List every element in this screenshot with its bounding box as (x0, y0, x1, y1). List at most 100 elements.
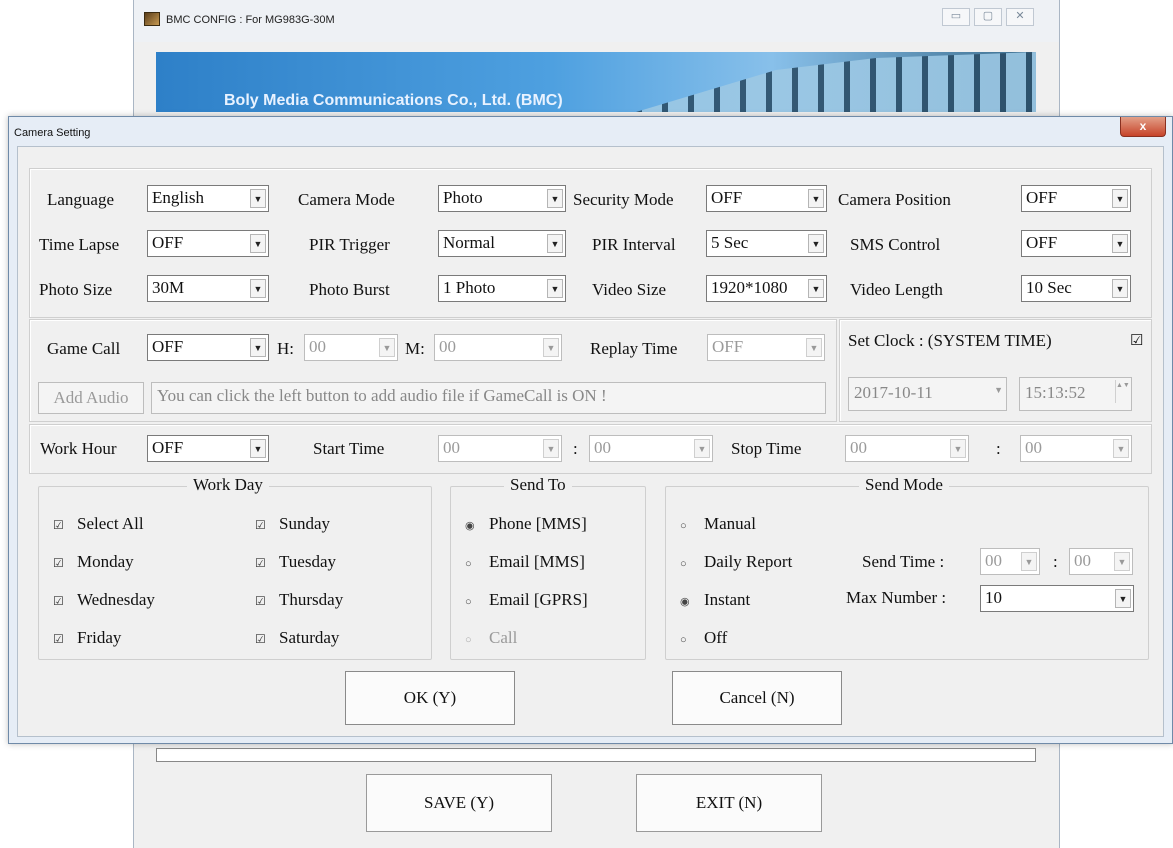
checkmark-icon: ☑ (255, 594, 266, 608)
maximize-button[interactable]: ▢ (974, 8, 1002, 26)
sms-control-select[interactable]: OFF ▼ (1021, 230, 1131, 257)
camera-position-value: OFF (1026, 188, 1058, 207)
pir-interval-value: 5 Sec (711, 233, 749, 252)
saturday-label: Saturday (279, 628, 340, 647)
chevron-down-icon: ▼ (1114, 552, 1130, 571)
radio-selected-icon: ◉ (680, 596, 690, 608)
stop-minute-select[interactable]: 00 ▼ (1020, 435, 1132, 462)
game-call-minute-select[interactable]: 00 ▼ (434, 334, 562, 361)
work-hour-label: Work Hour (40, 439, 117, 458)
friday-checkbox[interactable]: ☑ Friday (53, 628, 121, 648)
send-time-minute-select[interactable]: 00 ▼ (1069, 548, 1133, 575)
dialog-close-button[interactable]: x (1120, 117, 1166, 137)
language-value: English (152, 188, 204, 207)
camera-position-select[interactable]: OFF ▼ (1021, 185, 1131, 212)
max-number-select[interactable]: 10 ▼ (980, 585, 1134, 612)
sms-control-value: OFF (1026, 233, 1058, 252)
tuesday-checkbox[interactable]: ☑ Tuesday (255, 552, 336, 572)
phone-mms-radio[interactable]: ◉ Phone [MMS] (465, 514, 587, 534)
hour-label: H: (277, 339, 294, 358)
exit-button[interactable]: EXIT (N) (636, 774, 822, 832)
game-call-select[interactable]: OFF ▼ (147, 334, 269, 361)
video-size-value: 1920*1080 (711, 278, 788, 297)
chevron-down-icon: ▼ (543, 338, 559, 357)
chevron-down-icon: ▼ (379, 338, 395, 357)
parent-titlebar: BMC CONFIG : For MG983G-30M ▭ ▢ ✕ (134, 0, 1059, 42)
security-mode-label: Security Mode (573, 190, 674, 209)
manual-radio[interactable]: ○ Manual (680, 514, 756, 534)
off-radio[interactable]: ○ Off (680, 628, 727, 648)
camera-mode-select[interactable]: Photo ▼ (438, 185, 566, 212)
send-time-separator: : (1053, 552, 1058, 571)
replay-time-value: OFF (712, 337, 744, 356)
email-mms-radio[interactable]: ○ Email [MMS] (465, 552, 585, 572)
cancel-button[interactable]: Cancel (N) (672, 671, 842, 725)
minimize-button[interactable]: ▭ (942, 8, 970, 26)
photo-burst-label: Photo Burst (309, 280, 390, 299)
time-lapse-select[interactable]: OFF ▼ (147, 230, 269, 257)
photo-size-select[interactable]: 30M ▼ (147, 275, 269, 302)
banner-text: Boly Media Communications Co., Ltd. (BMC… (224, 92, 563, 109)
instant-radio[interactable]: ◉ Instant (680, 590, 750, 610)
send-time-label: Send Time : (862, 552, 945, 571)
chevron-down-icon: ▼ (1115, 589, 1131, 608)
sunday-checkbox[interactable]: ☑ Sunday (255, 514, 330, 534)
stop-hour-select[interactable]: 00 ▼ (845, 435, 969, 462)
replay-time-select[interactable]: OFF ▼ (707, 334, 825, 361)
spinner-icon[interactable]: ▲▼ (1115, 380, 1130, 403)
daily-report-radio[interactable]: ○ Daily Report (680, 552, 792, 572)
friday-label: Friday (77, 628, 122, 647)
language-label: Language (47, 190, 115, 209)
minute-label: M: (405, 339, 425, 358)
work-hour-select[interactable]: OFF ▼ (147, 435, 269, 462)
email-mms-label: Email [MMS] (489, 552, 585, 571)
work-hour-value: OFF (152, 438, 184, 457)
stop-time-separator: : (996, 439, 1001, 458)
email-gprs-radio[interactable]: ○ Email [GPRS] (465, 590, 588, 610)
close-button[interactable]: ✕ (1006, 8, 1034, 26)
language-select[interactable]: English ▼ (147, 185, 269, 212)
time-spinner[interactable]: 15:13:52 ▲▼ (1019, 377, 1132, 411)
daily-report-label: Daily Report (704, 552, 793, 571)
start-hour-select[interactable]: 00 ▼ (438, 435, 562, 462)
send-time-hour-select[interactable]: 00 ▼ (980, 548, 1040, 575)
chevron-down-icon: ▼ (547, 189, 563, 208)
photo-size-label: Photo Size (39, 280, 113, 299)
ok-button[interactable]: OK (Y) (345, 671, 515, 725)
pir-interval-label: PIR Interval (592, 235, 676, 254)
pir-interval-select[interactable]: 5 Sec ▼ (706, 230, 827, 257)
start-minute-select[interactable]: 00 ▼ (589, 435, 713, 462)
dialog-client: Language English ▼ Camera Mode Photo ▼ Sec… (17, 146, 1164, 737)
pir-trigger-label: PIR Trigger (309, 235, 390, 254)
select-all-label: Select All (77, 514, 144, 533)
select-all-checkbox[interactable]: ☑ Select All (53, 514, 144, 534)
workday-group: Work Day ☑ Select All ☑ Sunday ☑ Monday ☑ Tu… (38, 475, 432, 660)
system-time-checkbox[interactable]: ☑ (1130, 331, 1143, 350)
checkmark-icon: ☑ (53, 556, 64, 570)
video-size-select[interactable]: 1920*1080 ▼ (706, 275, 827, 302)
add-audio-button[interactable]: Add Audio (38, 382, 144, 414)
dialog-title: Camera Setting (14, 127, 91, 139)
save-button[interactable]: SAVE (Y) (366, 774, 552, 832)
call-radio[interactable]: ○ Call (465, 628, 517, 648)
max-number-label: Max Number : (846, 588, 947, 607)
game-call-minute-value: 00 (439, 337, 456, 356)
video-length-select[interactable]: 10 Sec ▼ (1021, 275, 1131, 302)
thursday-checkbox[interactable]: ☑ Thursday (255, 590, 343, 610)
saturday-checkbox[interactable]: ☑ Saturday (255, 628, 339, 648)
video-length-value: 10 Sec (1026, 278, 1072, 297)
monday-checkbox[interactable]: ☑ Monday (53, 552, 134, 572)
chevron-down-icon: ▼ (1112, 234, 1128, 253)
radio-icon: ○ (680, 558, 687, 570)
date-picker[interactable]: 2017-10-11 ▼ (848, 377, 1007, 411)
monday-label: Monday (77, 552, 134, 571)
wednesday-checkbox[interactable]: ☑ Wednesday (53, 590, 155, 610)
pir-trigger-select[interactable]: Normal ▼ (438, 230, 566, 257)
security-mode-select[interactable]: OFF ▼ (706, 185, 827, 212)
photo-burst-select[interactable]: 1 Photo ▼ (438, 275, 566, 302)
email-gprs-label: Email [GPRS] (489, 590, 588, 609)
clock-panel: Set Clock : (SYSTEM TIME) ☑ 2017-10-11 ▼ … (839, 319, 1152, 422)
game-call-hour-select[interactable]: 00 ▼ (304, 334, 398, 361)
chevron-down-icon: ▼ (1021, 552, 1037, 571)
chevron-down-icon: ▼ (250, 189, 266, 208)
